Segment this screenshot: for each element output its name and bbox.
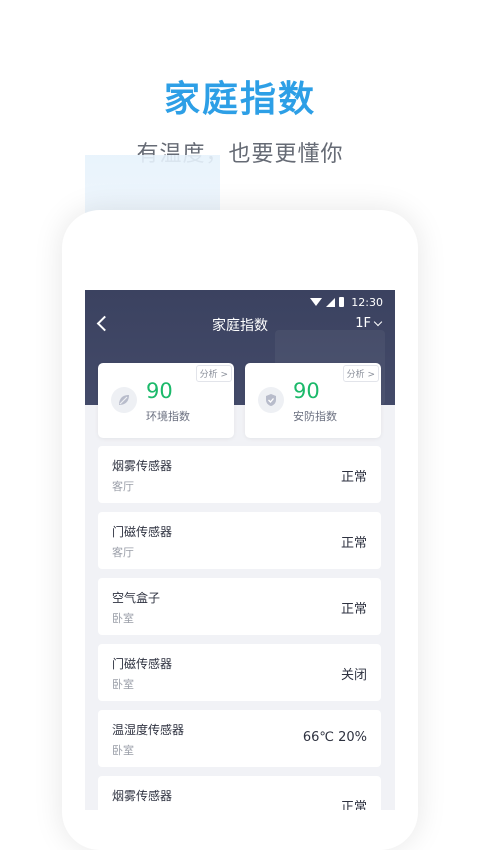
device-room: 卧室 [112, 612, 134, 625]
floor-selector[interactable]: 1F [355, 316, 383, 331]
device-status: 关闭 [340, 668, 367, 683]
device-item[interactable]: 烟雾传感器 客厅 正常 [98, 446, 381, 503]
chevron-down-icon [373, 317, 383, 327]
status-bar: 12:30 [310, 294, 383, 310]
device-name: 温湿度传感器 [112, 723, 185, 737]
device-name: 烟雾传感器 [112, 459, 173, 473]
analysis-link[interactable]: 分析 > [195, 365, 232, 382]
leaf-icon [111, 387, 137, 413]
device-name: 空气盒子 [112, 591, 161, 605]
battery-icon [339, 297, 345, 307]
device-room: 卧室 [112, 678, 134, 691]
device-room: 客厅 [112, 546, 134, 559]
environment-index-value: 90 [146, 379, 173, 403]
device-item[interactable]: 空气盒子 卧室 正常 [98, 578, 381, 635]
device-status: 正常 [340, 470, 367, 485]
promo-subtitle: 有温度，也要更懂你 [136, 142, 344, 167]
device-name: 烟雾传感器 [112, 789, 173, 803]
wifi-icon [310, 298, 323, 306]
environment-index-label: 环境指数 [146, 410, 190, 423]
app-screen: 12:30 家庭指数 1F 分析 > 90 环境指数 分析 > 90 安防指数 [85, 290, 395, 810]
device-status: 正常 [340, 536, 367, 551]
device-status: 正常 [340, 800, 367, 810]
device-name: 门磁传感器 [112, 657, 173, 671]
device-name: 门磁传感器 [112, 525, 173, 539]
shield-check-icon [258, 387, 284, 413]
device-room: 客厅 [112, 480, 134, 493]
device-item[interactable]: 温湿度传感器 卧室 66℃ 20% [98, 710, 381, 767]
device-item[interactable]: 门磁传感器 卧室 关闭 [98, 644, 381, 701]
device-room: 卧室 [112, 744, 134, 757]
security-index-value: 90 [293, 379, 320, 403]
analysis-link[interactable]: 分析 > [342, 365, 379, 382]
status-time: 12:30 [351, 295, 383, 309]
screen-title: 家庭指数 [212, 318, 268, 334]
signal-icon [326, 297, 336, 307]
promo-title: 家庭指数 [163, 79, 316, 120]
device-status: 66℃ 20% [302, 730, 367, 745]
device-status: 正常 [340, 602, 367, 617]
environment-index-card[interactable]: 分析 > 90 环境指数 [98, 363, 234, 438]
device-item[interactable]: 门磁传感器 客厅 正常 [98, 512, 381, 569]
floor-label: 1F [355, 316, 371, 331]
security-index-card[interactable]: 分析 > 90 安防指数 [245, 363, 381, 438]
device-item[interactable]: 烟雾传感器 正常 [98, 776, 381, 810]
security-index-label: 安防指数 [293, 410, 337, 423]
